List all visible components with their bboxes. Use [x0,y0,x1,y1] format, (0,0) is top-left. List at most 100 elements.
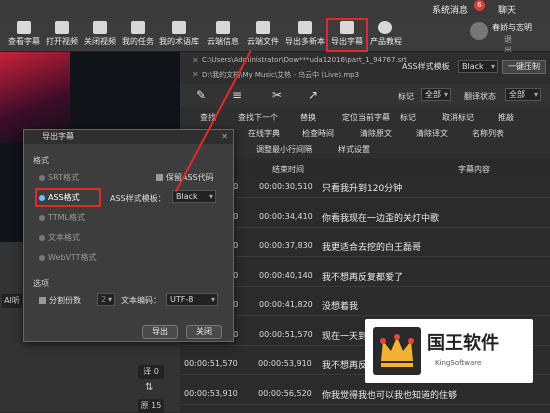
end-time: 00:00:51,570 [259,329,313,339]
online-dict-button[interactable]: 在线字典 [248,128,280,139]
clear-original-button[interactable]: 清除原文 [360,128,392,139]
table-row[interactable]: 4000:00:41,820没想着我 [180,294,550,316]
radio-text[interactable]: 文本格式 [39,232,80,243]
name-list-button[interactable]: 名称列表 [472,128,504,139]
cloud-upload-icon [256,21,270,34]
tools-icon[interactable]: ✂ [270,88,284,102]
open-video-button[interactable]: 打开视频 [44,20,80,50]
subtitle-text: 我不想再反 [322,361,368,371]
table-row[interactable]: 7000:00:30,510只看我升到120分钟 [180,176,550,198]
system-message-link[interactable]: 系统消息 [432,3,468,16]
format-section-label: 格式 [33,156,49,165]
unmark-button[interactable]: 取消标记 [442,112,474,123]
view-subtitle-button[interactable]: 查看字幕 [4,20,44,50]
clear-translation-button[interactable]: 清除译文 [416,128,448,139]
one-key-burn-button[interactable]: 一键压制 [502,60,546,74]
radio-icon [39,214,45,221]
tool-panel: 查找 查找下一个 替换 定位当前字幕 标记 取消标记 推敲 在线字典 检查時间 … [180,106,550,158]
encoding-label: 文本编码： [121,296,161,305]
subtitle-text: 你看我现在一边歪的关灯中歌 [322,213,440,224]
avatar[interactable] [470,22,488,40]
watermark: 国王软件 KingSoftware [365,319,533,383]
export-icon [340,21,354,34]
radio-icon [39,254,45,261]
export-subtitle-button[interactable]: 导出字幕 [326,18,368,52]
close-icon[interactable]: ✕ [192,56,199,65]
subtitle-text: 我更适合去挖的白王磊哥 [322,243,422,253]
end-time: 00:00:30,510 [259,182,313,191]
radio-srt[interactable]: SRT格式 [39,172,79,183]
check-time-button[interactable]: 检查時间 [302,128,334,139]
options-section-label: 选项 [33,279,49,288]
replace-button[interactable]: 替换 [300,112,316,123]
swap-icon[interactable]: ⇅ [145,382,153,393]
close-icon[interactable]: ✕ [221,130,228,144]
close-icon[interactable]: ✕ [192,70,199,79]
translation-status-select[interactable]: 全部 [505,88,541,101]
checkbox-icon [39,297,46,304]
subtitle-text: 我不想再反复都爱了 [322,272,404,283]
locate-current-button[interactable]: 定位当前字幕 [342,112,390,123]
username: 春娇与志明 [492,23,532,32]
video-icon [55,21,69,34]
export-multi-button[interactable]: 导出多新本 [284,20,326,50]
radio-icon [39,194,45,201]
editor-tabs: ✎ ≡ ✂ ↗ 标记 全部 翻译状态 全部 [180,84,550,106]
export-button[interactable]: 导出 [142,325,178,339]
tutorial-button[interactable]: 产品教程 [370,20,402,50]
table-row[interactable]: 1000:00:37,830我更适合去挖的白王磊哥 [180,235,550,257]
timeline-icon[interactable]: ≡ [230,88,244,102]
mark-button[interactable]: 标记 [400,112,416,123]
ai-listen-button[interactable]: AI听 [2,294,22,308]
edit-icon[interactable]: ✎ [194,88,208,102]
min-line-gap-button[interactable]: 调整最小行间隔 [256,144,312,155]
subtitle-icon [17,21,31,34]
column-end-time: 结束时间 [272,165,304,174]
subtitle-text: 没想着我 [322,302,359,312]
ass-template-label: ASS样式模板 [402,62,450,71]
subtitle-text: 你我觉得我也可以我也知道的住够 [322,390,458,401]
chart-icon[interactable]: ↗ [306,88,320,102]
radio-icon [39,234,45,241]
subtitle-file-path: C:\Users\Administrator\Dow***uda12016\pa… [202,56,407,64]
translation-count-button[interactable]: 译 0 [138,365,164,379]
start-time: 00:00:51,570 [184,359,238,368]
cloud-files-button[interactable]: 云端文件 [244,20,282,50]
toolbar: 查看字幕 打开视频 关闭视频 我的任务 我的术语库 云端信息 云端文件 导出多新… [0,18,550,55]
ass-template-select[interactable]: Black [458,60,498,73]
end-time: 00:00:56,520 [258,388,312,398]
table-row[interactable]: 7000:00:34,410你看我现在一边歪的关灯中歌 [180,205,550,228]
radio-webvtt[interactable]: WebVTT格式 [39,252,97,263]
checkbox-icon [156,174,163,181]
table-row[interactable]: 00:00:53,910 00:00:56,520 你我觉得我也可以我也知道的住够 [180,382,550,405]
encoding-select[interactable]: UTF-8 [166,293,218,306]
start-time: 00:00:53,910 [184,388,238,398]
translation-status-label: 翻译状态 [464,92,496,101]
ass-template-select[interactable]: Black [172,190,216,203]
refine-button[interactable]: 推敲 [498,112,514,123]
radio-ttml[interactable]: TTML格式 [39,212,85,223]
close-video-button[interactable]: 关闭视频 [82,20,118,50]
chat-link[interactable]: 聊天 [498,3,516,16]
table-row[interactable]: 3000:00:40,140我不想再反复都爱了 [180,264,550,287]
dialog-title: 导出字幕 [42,132,74,141]
close-video-icon [93,21,107,34]
subtitle-text: 现在一天到 [322,331,368,342]
split-count-input[interactable]: 2 [97,293,115,306]
table-header: 结束时间 字幕内容 [180,162,550,176]
find-next-button[interactable]: 查找下一个 [238,112,278,123]
watermark-subtitle: KingSoftware [435,359,482,367]
subtitle-text: 只看我升到120分钟 [322,184,403,194]
export-multi-icon [298,21,312,34]
radio-ass[interactable]: ASS格式 [35,188,101,207]
cloud-info-button[interactable]: 云端信息 [204,20,242,50]
term-library-button[interactable]: 我的术语库 [158,20,200,50]
my-tasks-button[interactable]: 我的任务 [120,20,156,50]
split-checkbox[interactable]: 分割份数 [39,295,81,306]
close-button[interactable]: 关闭 [186,325,222,339]
original-count-button[interactable]: 原 15 [138,399,164,413]
end-time: 00:00:53,910 [258,359,312,368]
radio-icon [39,174,45,181]
mark-filter-select[interactable]: 全部 [421,88,451,101]
style-settings-button[interactable]: 样式设置 [338,144,370,155]
